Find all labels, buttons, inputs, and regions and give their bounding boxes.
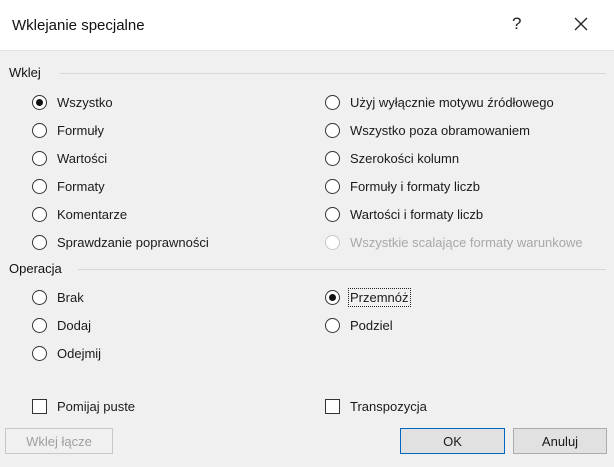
option-label: Wartości [57, 150, 108, 166]
checkbox-indicator[interactable] [325, 398, 340, 414]
option-label: Transpozycja [350, 398, 427, 414]
option-label: Formuły [57, 122, 104, 138]
operation-group-label: Operacja [9, 261, 62, 276]
ok-button[interactable]: OK [400, 428, 505, 454]
radio-indicator[interactable] [325, 178, 340, 194]
radio-paste-column-widths[interactable]: Szerokości kolumn [325, 149, 459, 167]
radio-paste-formulas-number-formats[interactable]: Formuły i formaty liczb [325, 177, 480, 195]
option-label: Wszystkie scalające formaty warunkowe [350, 234, 583, 250]
radio-indicator[interactable] [325, 206, 340, 222]
operation-group-divider [78, 269, 606, 270]
radio-indicator[interactable] [325, 122, 340, 138]
option-label: Formuły i formaty liczb [350, 178, 481, 194]
option-label: Komentarze [57, 206, 128, 222]
option-label: Dodaj [57, 317, 91, 333]
radio-paste-comments[interactable]: Komentarze [32, 205, 127, 223]
radio-operation-divide[interactable]: Podziel [325, 316, 393, 334]
radio-indicator [325, 234, 340, 250]
radio-paste-formulas[interactable]: Formuły [32, 121, 104, 139]
paste-group-divider [60, 73, 606, 74]
option-label: Przemnóż [348, 287, 411, 307]
cancel-button[interactable]: Anuluj [513, 428, 607, 454]
radio-indicator[interactable] [32, 122, 47, 138]
option-label: Użyj wyłącznie motywu źródłowego [350, 94, 554, 110]
radio-paste-values[interactable]: Wartości [32, 149, 107, 167]
close-icon[interactable] [572, 15, 590, 33]
radio-indicator[interactable] [32, 150, 47, 166]
option-label: Wszystko [57, 94, 113, 110]
radio-indicator[interactable] [325, 150, 340, 166]
radio-paste-all[interactable]: Wszystko [32, 93, 113, 111]
option-label: Podziel [350, 317, 393, 333]
radio-paste-source-theme[interactable]: Użyj wyłącznie motywu źródłowego [325, 93, 554, 111]
radio-indicator[interactable] [325, 289, 340, 305]
radio-paste-merge-conditional-formats: Wszystkie scalające formaty warunkowe [325, 233, 583, 251]
checkbox-skip-blanks[interactable]: Pomijaj puste [32, 397, 135, 415]
option-label: Wszystko poza obramowaniem [350, 122, 530, 138]
radio-indicator[interactable] [32, 178, 47, 194]
option-label: Wartości i formaty liczb [350, 206, 484, 222]
option-label: Sprawdzanie poprawności [57, 234, 209, 250]
radio-paste-all-except-borders[interactable]: Wszystko poza obramowaniem [325, 121, 530, 139]
radio-indicator[interactable] [32, 289, 47, 305]
checkbox-indicator[interactable] [32, 398, 47, 414]
option-label: Brak [57, 289, 84, 305]
option-label: Formaty [57, 178, 105, 194]
option-label: Pomijaj puste [57, 398, 136, 414]
radio-operation-multiply[interactable]: Przemnóż [325, 287, 411, 307]
checkbox-transpose[interactable]: Transpozycja [325, 397, 427, 415]
radio-indicator[interactable] [32, 345, 47, 361]
radio-paste-values-number-formats[interactable]: Wartości i formaty liczb [325, 205, 483, 223]
radio-paste-validation[interactable]: Sprawdzanie poprawności [32, 233, 209, 251]
paste-group-label: Wklej [9, 65, 41, 80]
dialog-title: Wklejanie specjalne [12, 17, 145, 34]
radio-operation-none[interactable]: Brak [32, 288, 84, 306]
dialog-titlebar: Wklejanie specjalne ? [0, 0, 614, 51]
radio-indicator[interactable] [32, 234, 47, 250]
radio-operation-subtract[interactable]: Odejmij [32, 344, 101, 362]
option-label: Odejmij [57, 345, 102, 361]
radio-operation-add[interactable]: Dodaj [32, 316, 91, 334]
radio-paste-formats[interactable]: Formaty [32, 177, 105, 195]
option-label: Szerokości kolumn [350, 150, 460, 166]
radio-indicator[interactable] [32, 317, 47, 333]
radio-indicator[interactable] [325, 94, 340, 110]
radio-indicator[interactable] [325, 317, 340, 333]
radio-indicator[interactable] [32, 94, 47, 110]
radio-indicator[interactable] [32, 206, 47, 222]
help-button[interactable]: ? [512, 14, 521, 34]
paste-link-button: Wklej łącze [5, 428, 113, 454]
